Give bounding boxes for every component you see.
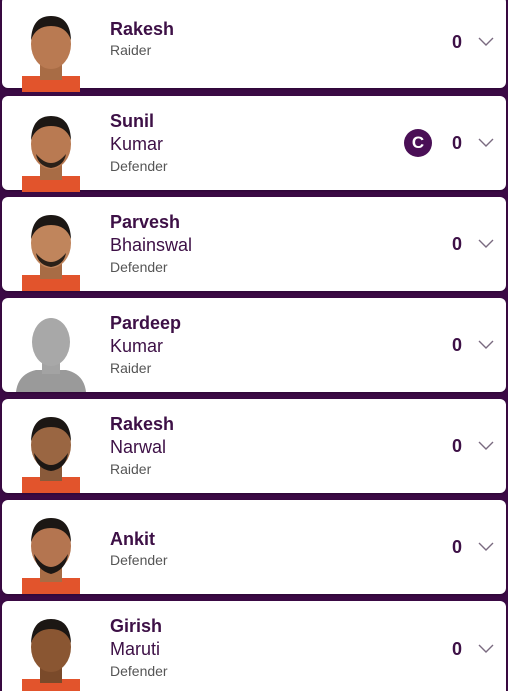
player-first-name: Girish <box>110 616 163 636</box>
player-card-rakesh[interactable]: Rakesh Raider 0 <box>2 0 506 92</box>
player-last-name: Kumar <box>110 336 164 356</box>
chevron-down-icon[interactable] <box>478 542 494 552</box>
player-first-name: Sunil <box>110 111 154 131</box>
player-last-name: Bhainswal <box>110 235 193 255</box>
chevron-down-icon[interactable] <box>478 340 494 350</box>
captain-badge: C <box>404 129 432 157</box>
player-last-name: Kumar <box>110 134 164 154</box>
player-last-name: Maruti <box>110 639 161 659</box>
player-last-name: Narwal <box>110 437 167 457</box>
chevron-down-icon[interactable] <box>478 239 494 249</box>
player-card-parvesh-bhainswal[interactable]: Parvesh Bhainswal Defender 0 <box>2 197 506 291</box>
chevron-down-icon[interactable] <box>478 138 494 148</box>
player-points: 0 <box>451 638 462 659</box>
player-points: 0 <box>451 31 462 52</box>
player-photo <box>14 508 88 594</box>
player-points: 0 <box>451 132 462 153</box>
player-role: Raider <box>110 461 152 477</box>
chevron-down-icon[interactable] <box>478 644 494 654</box>
player-card-ankit[interactable]: Ankit Defender 0 <box>2 500 506 594</box>
chevron-down-icon[interactable] <box>478 441 494 451</box>
player-role: Defender <box>110 259 168 275</box>
player-points: 0 <box>451 435 462 456</box>
player-first-name: Rakesh <box>110 414 175 434</box>
player-card-sunil-kumar[interactable]: Sunil Kumar Defender C 0 <box>2 96 506 192</box>
player-photo <box>14 205 88 291</box>
player-first-name: Ankit <box>110 529 155 549</box>
player-role: Defender <box>110 158 168 174</box>
player-card-pardeep-kumar[interactable]: Pardeep Kumar Raider 0 <box>2 298 506 392</box>
player-card-girish-maruti[interactable]: Girish Maruti Defender 0 <box>2 601 506 691</box>
player-role: Defender <box>110 552 168 568</box>
silhouette-placeholder-icon <box>14 306 88 392</box>
player-card-rakesh-narwal[interactable]: Rakesh Narwal Raider 0 <box>2 399 506 493</box>
player-points: 0 <box>451 334 462 355</box>
player-first-name: Pardeep <box>110 313 182 333</box>
player-photo <box>14 106 88 192</box>
player-photo <box>14 609 88 691</box>
player-list: Rakesh Raider 0 Sunil Kumar Defender C 0… <box>0 0 508 691</box>
player-points: 0 <box>451 536 462 557</box>
player-first-name: Rakesh <box>110 19 175 39</box>
player-points: 0 <box>451 233 462 254</box>
player-role: Defender <box>110 663 168 679</box>
player-first-name: Parvesh <box>110 212 181 232</box>
player-photo <box>14 407 88 493</box>
chevron-down-icon[interactable] <box>478 37 494 47</box>
player-role: Raider <box>110 360 152 376</box>
player-role: Raider <box>110 42 152 58</box>
player-photo <box>14 6 88 92</box>
